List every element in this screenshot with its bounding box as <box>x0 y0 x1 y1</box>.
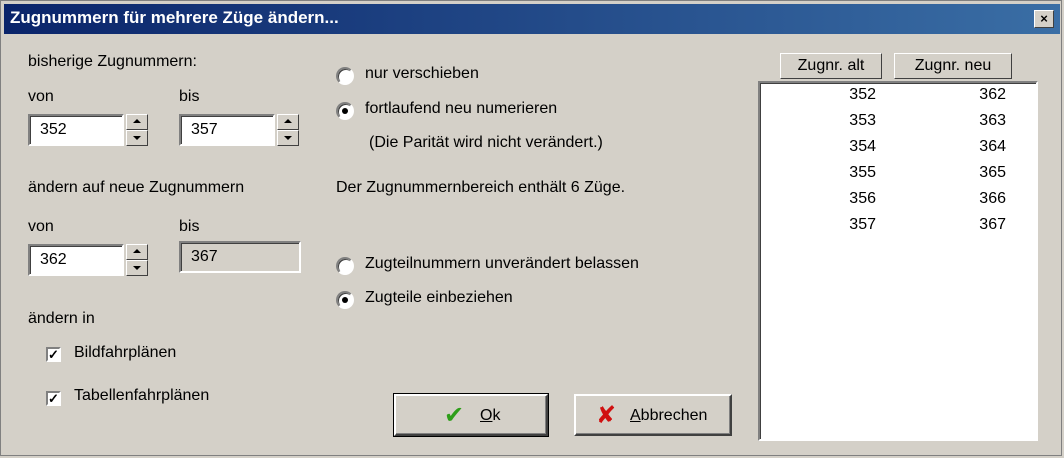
current-from-spinner[interactable] <box>126 114 148 146</box>
renumber-radio[interactable] <box>336 102 354 120</box>
close-button[interactable]: × <box>1034 10 1054 28</box>
new-from-input[interactable]: 362 <box>28 244 124 276</box>
ok-button[interactable]: ✔ Ok <box>393 393 549 437</box>
current-to-spinner[interactable] <box>277 114 299 146</box>
title-bar[interactable]: Zugnummern für mehrere Züge ändern... × <box>4 4 1060 34</box>
spin-up-button[interactable] <box>126 114 148 130</box>
shift-only-label[interactable]: nur verschieben <box>365 65 479 83</box>
renumber-label[interactable]: fortlaufend neu numerieren <box>365 100 557 118</box>
new-numbers-heading: ändern auf neue Zugnummern <box>28 179 245 196</box>
close-icon: × <box>1040 11 1048 26</box>
arrow-down-icon <box>284 136 292 140</box>
current-numbers-heading: bisherige Zugnummern: <box>28 53 197 70</box>
arrow-up-icon <box>133 119 141 123</box>
keep-parts-label[interactable]: Zugteilnummern unverändert belassen <box>365 255 639 273</box>
dialog-window: Zugnummern für mehrere Züge ändern... × … <box>0 0 1062 456</box>
new-to-label: bis <box>179 218 200 235</box>
current-from-label: von <box>28 88 54 105</box>
spin-up-button[interactable] <box>126 244 148 260</box>
new-to-readonly-field: 367 <box>179 241 301 273</box>
cancel-button[interactable]: ✘ Abbrechen <box>574 394 732 436</box>
current-to-label: bis <box>179 88 200 105</box>
table-row[interactable]: 354 364 <box>760 138 1036 164</box>
column-header-new[interactable]: Zugnr. neu <box>894 53 1012 79</box>
bildfahrplaene-checkbox[interactable]: ✓ <box>46 347 61 362</box>
shift-only-radio[interactable] <box>336 67 354 85</box>
dialog-title: Zugnummern für mehrere Züge ändern... <box>10 8 339 27</box>
ok-button-label: Ok <box>480 407 501 424</box>
include-parts-label[interactable]: Zugteile einbeziehen <box>365 289 513 307</box>
keep-parts-radio[interactable] <box>336 257 354 275</box>
new-from-label: von <box>28 218 54 235</box>
table-row[interactable]: 357 367 <box>760 216 1036 242</box>
checkmark-icon: ✔ <box>444 402 465 429</box>
tabellenfahrplaene-checkbox[interactable]: ✓ <box>46 391 61 406</box>
column-header-old[interactable]: Zugnr. alt <box>780 53 882 79</box>
arrow-down-icon <box>133 266 141 270</box>
new-from-spinner[interactable] <box>126 244 148 276</box>
parity-note: (Die Parität wird nicht verändert.) <box>369 134 603 151</box>
spin-down-button[interactable] <box>126 130 148 146</box>
table-row[interactable]: 355 365 <box>760 164 1036 190</box>
arrow-up-icon <box>133 249 141 253</box>
table-row[interactable]: 353 363 <box>760 112 1036 138</box>
cancel-button-label: Abbrechen <box>630 407 708 424</box>
current-to-input[interactable]: 357 <box>179 114 275 146</box>
table-row[interactable]: 356 366 <box>760 190 1036 216</box>
spin-down-button[interactable] <box>126 260 148 276</box>
range-info-text: Der Zugnummernbereich enthält 6 Züge. <box>336 179 626 196</box>
include-parts-radio[interactable] <box>336 291 354 309</box>
spin-up-button[interactable] <box>277 114 299 130</box>
x-cross-icon: ✘ <box>596 402 617 429</box>
current-from-input[interactable]: 352 <box>28 114 124 146</box>
bildfahrplaene-label[interactable]: Bildfahrplänen <box>74 344 176 362</box>
tabellenfahrplaene-label[interactable]: Tabellenfahrplänen <box>74 387 209 405</box>
table-row[interactable]: 352 362 <box>760 86 1036 112</box>
train-number-list[interactable]: 352 362 353 363 354 364 355 365 356 366 357 36… <box>758 81 1038 441</box>
spin-down-button[interactable] <box>277 130 299 146</box>
arrow-down-icon <box>133 136 141 140</box>
change-in-heading: ändern in <box>28 310 95 327</box>
arrow-up-icon <box>284 119 292 123</box>
